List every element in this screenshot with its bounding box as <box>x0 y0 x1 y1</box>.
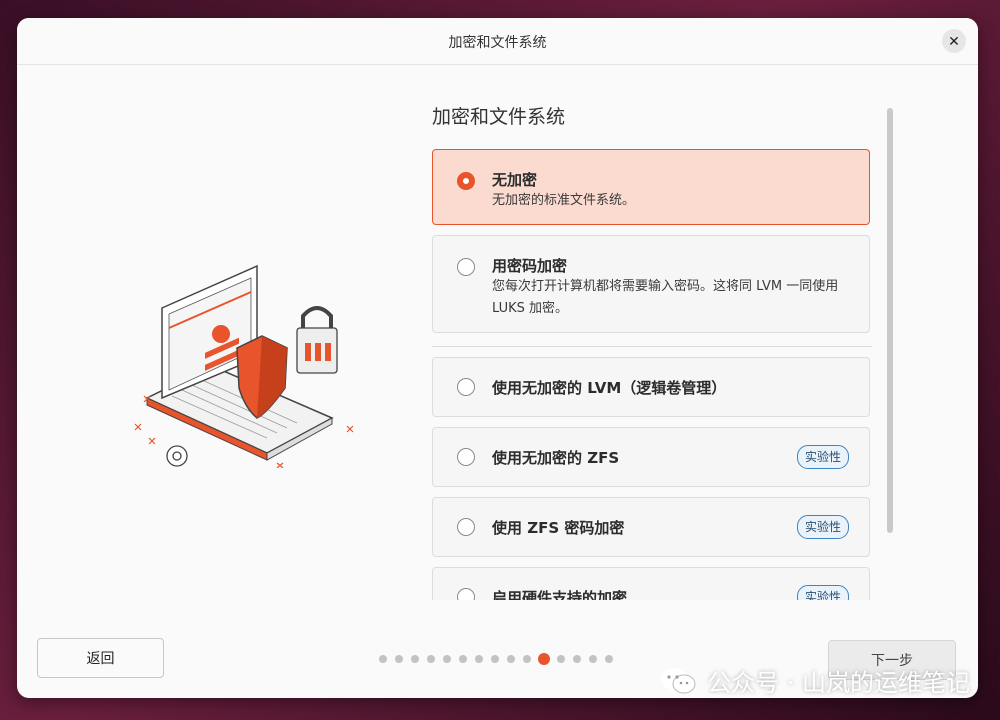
radio-button[interactable] <box>457 448 475 466</box>
progress-dot <box>557 655 565 663</box>
wechat-icon <box>661 667 696 693</box>
radio-button[interactable] <box>457 378 475 396</box>
progress-dot-active <box>538 653 550 665</box>
option-clip: 启用硬件支持的加密 实验性 <box>432 567 872 600</box>
watermark: 公众号 · 山岚的运维笔记 <box>659 663 970 698</box>
main-content: 加密和文件系统 无加密 无加密的标准文件系统。 用密码加密 您每次打开计算机都将… <box>432 102 892 600</box>
option-description: 无加密的标准文件系统。 <box>492 193 636 208</box>
close-icon: ✕ <box>948 33 960 49</box>
option-title: 启用硬件支持的加密 <box>492 589 628 600</box>
back-button[interactable]: 返回 <box>37 638 164 678</box>
radio-button-selected[interactable] <box>457 172 475 190</box>
option-zfs-password-encryption[interactable]: 使用 ZFS 密码加密 实验性 <box>432 497 870 557</box>
scrollbar[interactable] <box>887 108 893 533</box>
option-zfs-no-encryption[interactable]: 使用无加密的 ZFS 实验性 <box>432 427 870 487</box>
option-title: 用密码加密 <box>492 257 568 275</box>
security-illustration <box>134 264 354 468</box>
option-title: 使用无加密的 LVM（逻辑卷管理） <box>492 379 727 397</box>
title-bar: 加密和文件系统 ✕ <box>17 18 978 65</box>
installer-window: 加密和文件系统 ✕ 加密和文件系统 无加密 无加密的标准文件系统。 用密码加密 … <box>17 18 978 698</box>
experimental-badge: 实验性 <box>796 585 849 600</box>
radio-button[interactable] <box>457 258 475 276</box>
progress-dot <box>395 655 403 663</box>
progress-dot <box>605 655 613 663</box>
progress-dot <box>379 655 387 663</box>
option-lvm-no-encryption[interactable]: 使用无加密的 LVM（逻辑卷管理） <box>432 357 870 417</box>
progress-dot <box>443 655 451 663</box>
option-password-encryption[interactable]: 用密码加密 您每次打开计算机都将需要输入密码。这将同 LVM 一同使用 LUKS… <box>432 235 870 333</box>
option-description: 您每次打开计算机都将需要输入密码。这将同 LVM 一同使用 LUKS 加密。 <box>492 279 839 316</box>
close-button[interactable]: ✕ <box>942 29 966 53</box>
option-title: 使用无加密的 ZFS <box>492 449 620 467</box>
progress-dot <box>507 655 515 663</box>
experimental-badge: 实验性 <box>796 515 849 539</box>
progress-dot <box>491 655 499 663</box>
progress-dot <box>459 655 467 663</box>
radio-button[interactable] <box>457 518 475 536</box>
experimental-badge: 实验性 <box>796 445 849 469</box>
option-no-encryption[interactable]: 无加密 无加密的标准文件系统。 <box>432 149 870 225</box>
option-hardware-encryption[interactable]: 启用硬件支持的加密 实验性 <box>432 567 870 600</box>
option-title: 使用 ZFS 密码加密 <box>492 519 625 537</box>
progress-dot <box>475 655 483 663</box>
radio-button[interactable] <box>457 588 475 600</box>
window-title: 加密和文件系统 <box>448 35 547 51</box>
page-heading: 加密和文件系统 <box>432 106 566 128</box>
watermark-text: 公众号 · 山岚的运维笔记 <box>707 669 970 697</box>
divider <box>432 346 872 347</box>
progress-dot <box>589 655 597 663</box>
progress-dot <box>411 655 419 663</box>
progress-dot <box>573 655 581 663</box>
progress-dot <box>523 655 531 663</box>
option-title: 无加密 <box>492 171 538 189</box>
progress-dot <box>427 655 435 663</box>
